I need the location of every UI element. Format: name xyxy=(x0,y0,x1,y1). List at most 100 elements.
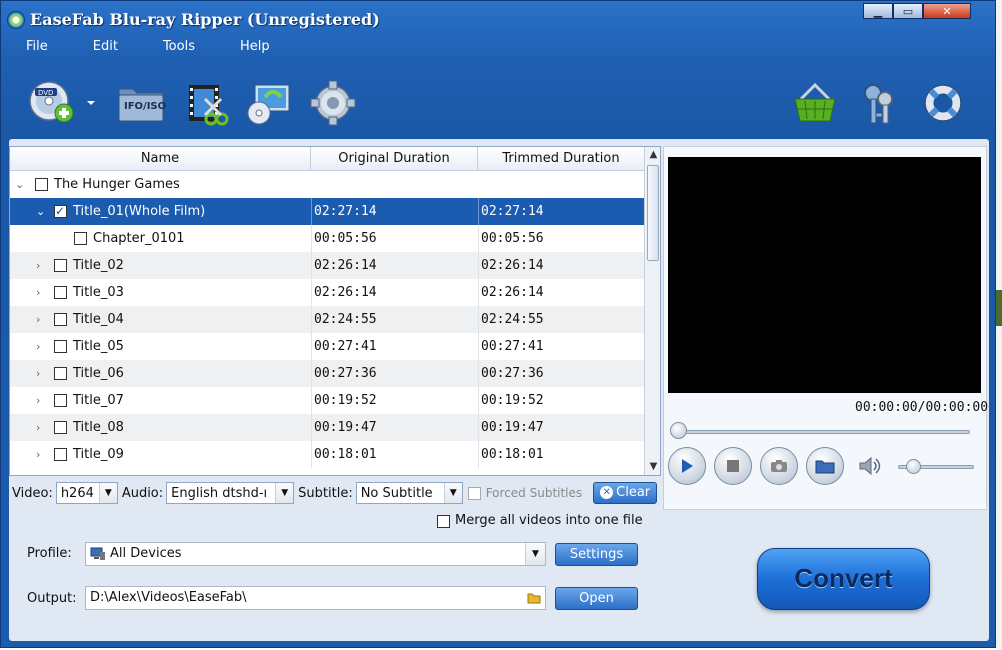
close-circle-icon: ✕ xyxy=(600,486,614,499)
help-button[interactable] xyxy=(917,79,969,127)
basket-icon xyxy=(794,82,836,122)
volume-icon[interactable] xyxy=(857,454,881,478)
video-track-select[interactable]: h264 ▼ xyxy=(55,482,118,504)
column-name[interactable]: Name xyxy=(10,147,311,171)
menu-file[interactable]: File xyxy=(26,37,48,57)
menu-edit[interactable]: Edit xyxy=(93,37,118,57)
snapshot-button[interactable] xyxy=(760,447,798,485)
profile-select[interactable]: All Devices ▼ xyxy=(85,542,546,566)
title-list-table: Name Original Duration Trimmed Duration … xyxy=(9,146,661,476)
scroll-down-arrow-icon[interactable]: ▼ xyxy=(645,459,660,475)
lifebuoy-icon xyxy=(924,84,962,122)
table-row[interactable]: › Title_07 00:19:52 00:19:52 xyxy=(10,387,644,414)
register-button[interactable] xyxy=(853,79,905,127)
chevron-right-icon[interactable]: › xyxy=(36,252,46,279)
copy-disc-button[interactable] xyxy=(243,79,295,127)
scroll-thumb[interactable] xyxy=(647,165,659,261)
row-checkbox[interactable] xyxy=(54,340,67,353)
row-checkbox[interactable] xyxy=(54,313,67,326)
column-divider xyxy=(478,414,479,441)
chevron-down-icon[interactable]: ⌄ xyxy=(15,171,25,198)
gear-icon xyxy=(310,80,356,126)
table-row[interactable]: › Title_09 00:18:01 00:18:01 xyxy=(10,441,644,468)
stop-button[interactable] xyxy=(714,447,752,485)
convert-button[interactable]: Convert xyxy=(757,548,930,610)
edit-button[interactable] xyxy=(181,79,233,127)
menu-help[interactable]: Help xyxy=(240,37,270,57)
column-divider xyxy=(478,360,479,387)
menu-tools[interactable]: Tools xyxy=(163,37,195,57)
column-divider xyxy=(311,360,312,387)
row-checkbox[interactable] xyxy=(54,259,67,272)
scroll-up-arrow-icon[interactable]: ▲ xyxy=(645,147,660,163)
column-trimmed-duration[interactable]: Trimmed Duration xyxy=(478,147,644,171)
table-row[interactable]: › Title_04 02:24:55 02:24:55 xyxy=(10,306,644,333)
group-checkbox[interactable] xyxy=(35,178,48,191)
table-row[interactable]: ⌄ Title_01(Whole Film) 02:27:14 02:27:14 xyxy=(10,198,644,225)
row-trimmed-duration: 00:27:36 xyxy=(481,366,544,381)
row-checkbox[interactable] xyxy=(54,286,67,299)
row-name: Title_04 xyxy=(73,312,124,327)
table-row[interactable]: Chapter_0101 00:05:56 00:05:56 xyxy=(10,225,644,252)
chevron-down-icon[interactable]: ⌄ xyxy=(36,198,46,225)
open-folder-button[interactable] xyxy=(806,447,844,485)
row-trimmed-duration: 02:26:14 xyxy=(481,285,544,300)
chevron-right-icon[interactable]: › xyxy=(36,360,46,387)
folder-icon[interactable] xyxy=(527,592,541,604)
row-checkbox[interactable] xyxy=(54,367,67,380)
playback-time: 00:00:00/00:00:00 xyxy=(855,400,989,415)
table-row[interactable]: › Title_02 02:26:14 02:26:14 xyxy=(10,252,644,279)
preferences-button[interactable] xyxy=(307,79,359,127)
chevron-right-icon[interactable]: › xyxy=(36,387,46,414)
output-label: Output: xyxy=(27,591,77,606)
chevron-right-icon[interactable]: › xyxy=(36,306,46,333)
output-path-field[interactable]: D:\Alex\Videos\EaseFab\ xyxy=(85,586,546,610)
table-header: Name Original Duration Trimmed Duration xyxy=(10,147,644,171)
chevron-right-icon[interactable]: › xyxy=(36,441,46,468)
minimize-button[interactable]: ▁ xyxy=(863,3,893,19)
row-trimmed-duration: 00:05:56 xyxy=(481,231,544,246)
column-divider xyxy=(478,387,479,414)
open-button[interactable]: Open xyxy=(555,587,638,610)
merge-checkbox[interactable] xyxy=(437,515,450,528)
load-disc-button[interactable]: DVD xyxy=(27,79,79,127)
table-row[interactable]: › Title_03 02:26:14 02:26:14 xyxy=(10,279,644,306)
seek-bar[interactable] xyxy=(672,430,970,434)
profile-value: All Devices xyxy=(110,546,182,561)
svg-text:DVD: DVD xyxy=(38,89,53,97)
row-checkbox[interactable] xyxy=(54,448,67,461)
chevron-right-icon[interactable]: › xyxy=(36,414,46,441)
group-row[interactable]: ⌄ The Hunger Games xyxy=(10,171,644,198)
table-row[interactable]: › Title_05 00:27:41 00:27:41 xyxy=(10,333,644,360)
subtitle-select[interactable]: No Subtitle ▼ xyxy=(355,482,463,504)
load-disc-dropdown[interactable] xyxy=(83,79,99,127)
stream-options-bar: Video: h264 ▼ Audio: English dtshd-ı ▼ S… xyxy=(9,479,661,507)
chevron-right-icon[interactable]: › xyxy=(36,279,46,306)
clear-button[interactable]: ✕ Clear xyxy=(593,482,658,504)
title-bar[interactable]: EaseFab Blu-ray Ripper (Unregistered) ▁ … xyxy=(1,1,997,37)
forced-subtitles-checkbox[interactable] xyxy=(467,486,481,500)
row-checkbox[interactable] xyxy=(74,232,87,245)
table-row[interactable]: › Title_08 00:19:47 00:19:47 xyxy=(10,414,644,441)
chevron-right-icon[interactable]: › xyxy=(36,333,46,360)
subtitle-label: Subtitle: xyxy=(298,485,353,501)
column-divider xyxy=(311,198,312,225)
column-original-duration[interactable]: Original Duration xyxy=(311,147,478,171)
row-checkbox[interactable] xyxy=(54,394,67,407)
row-checkbox[interactable] xyxy=(54,198,67,225)
settings-button[interactable]: Settings xyxy=(555,543,638,566)
row-trimmed-duration: 02:24:55 xyxy=(481,312,544,327)
seek-handle[interactable] xyxy=(670,422,687,439)
audio-track-select[interactable]: English dtshd-ı ▼ xyxy=(166,482,295,504)
table-row[interactable]: › Title_06 00:27:36 00:27:36 xyxy=(10,360,644,387)
close-button[interactable]: ✕ xyxy=(923,3,971,19)
maximize-button[interactable]: ▭ xyxy=(893,3,923,19)
row-checkbox[interactable] xyxy=(54,421,67,434)
buy-button[interactable] xyxy=(789,79,841,127)
play-button[interactable] xyxy=(668,447,706,485)
row-original-duration: 02:26:14 xyxy=(314,285,377,300)
subtitle-value: No Subtitle xyxy=(360,485,433,501)
disc-copy-icon xyxy=(247,84,290,125)
table-scrollbar[interactable]: ▲ ▼ xyxy=(644,147,660,475)
volume-handle[interactable] xyxy=(906,459,921,474)
